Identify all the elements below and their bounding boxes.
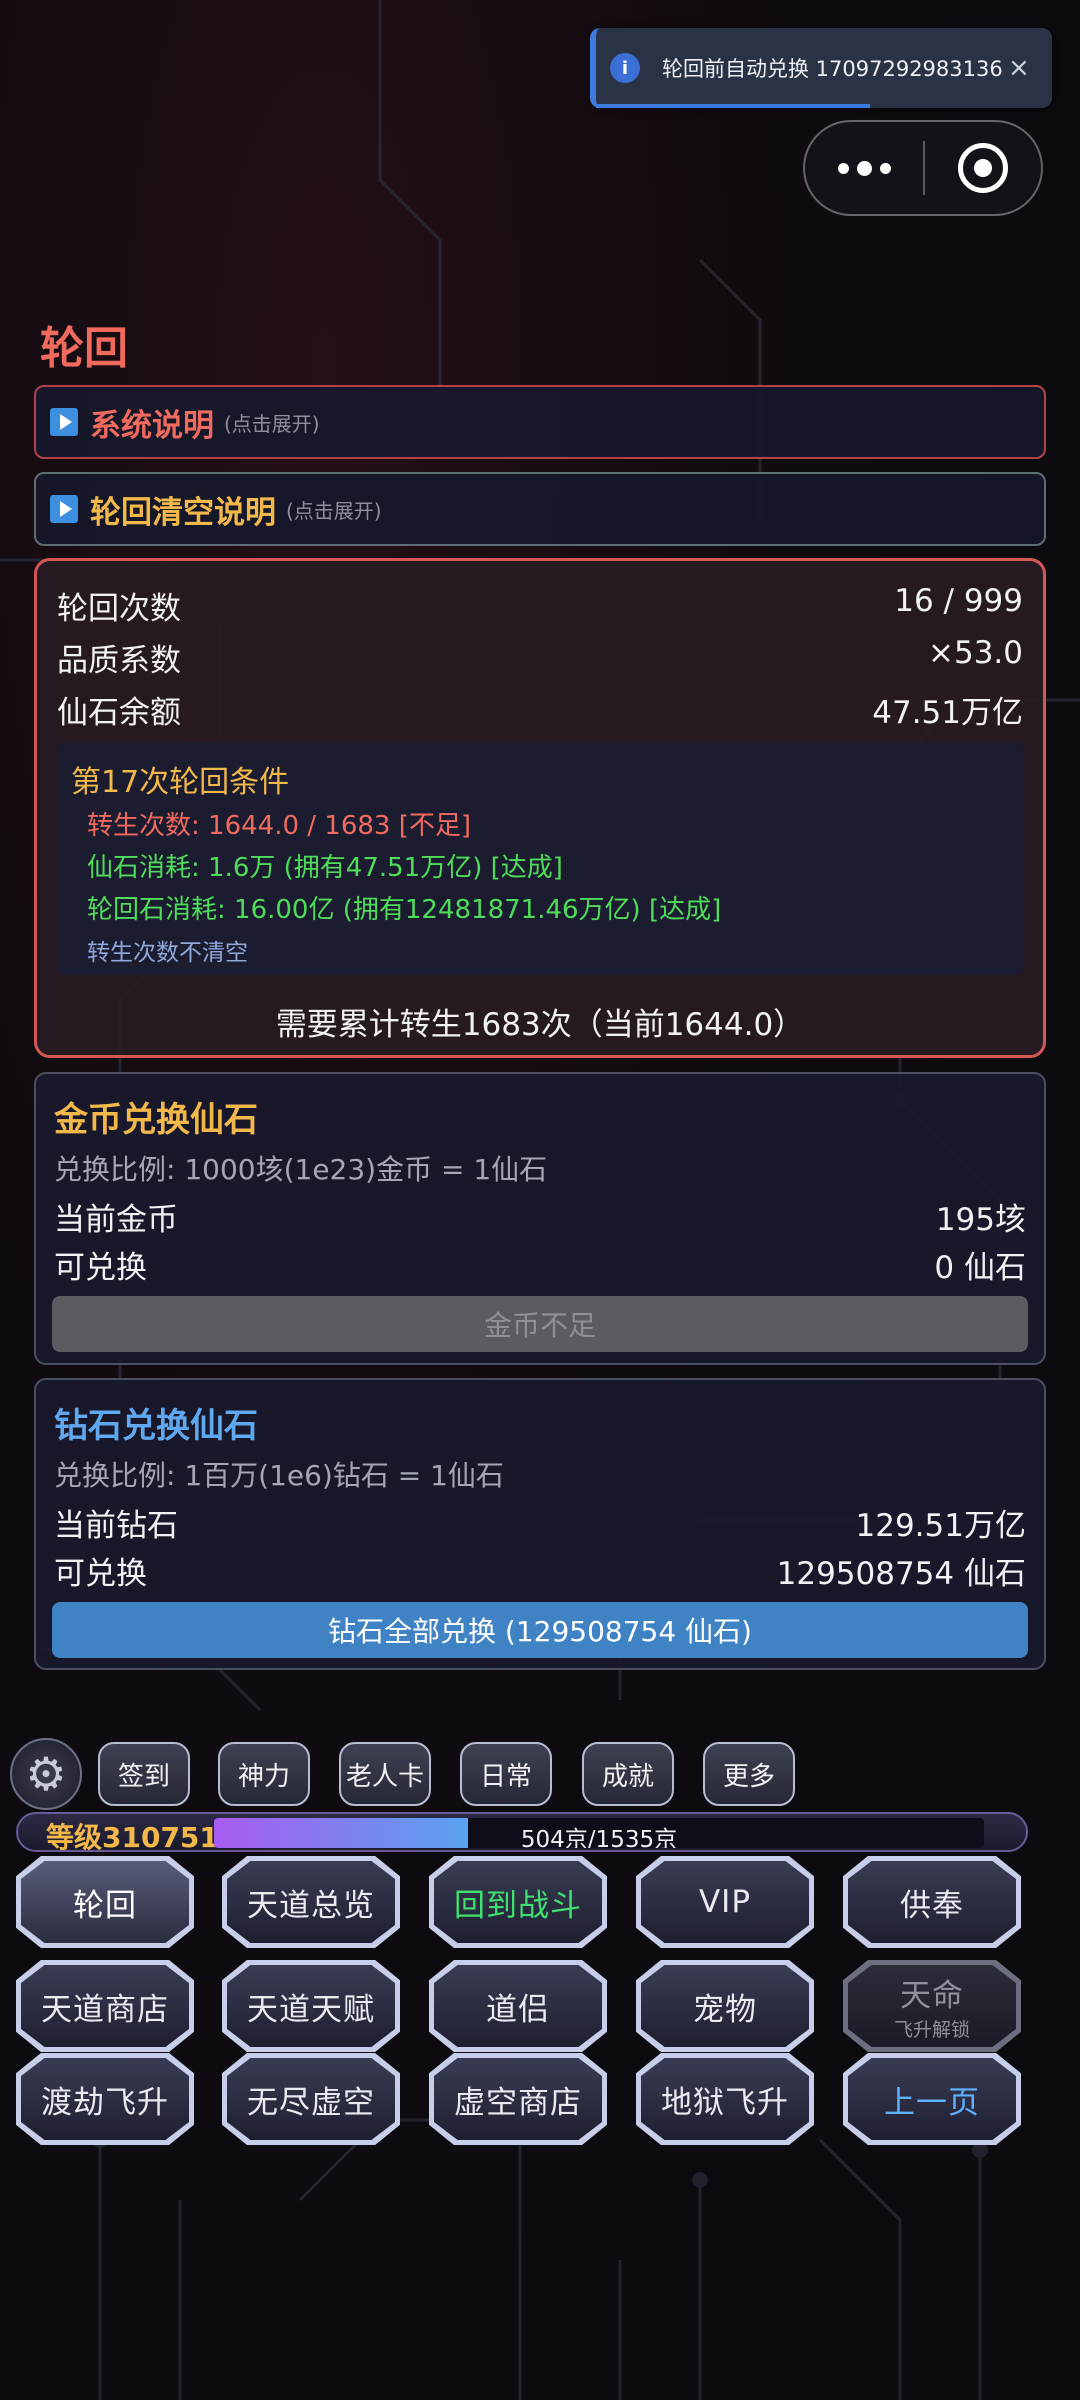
button-label: 虚空商店 xyxy=(454,2084,582,2121)
exchange-ratio: 兑换比例: 1百万(1e6)钻石 = 1仙石 xyxy=(54,1459,504,1492)
expander-hint: (点击展开) xyxy=(286,498,382,523)
expander-title: 系统说明 xyxy=(90,407,214,444)
toast-timer-bar xyxy=(596,104,870,108)
stat-value: 47.51万亿 xyxy=(872,695,1023,731)
offering-button[interactable]: 供奉 xyxy=(843,1856,1021,1948)
row-label: 可兑换 xyxy=(54,1250,147,1286)
button-label: 回到战斗 xyxy=(454,1887,582,1924)
button-label: 道侣 xyxy=(486,1991,550,2028)
gold-exchange-button[interactable]: 金币不足 xyxy=(52,1296,1028,1352)
exchange-ratio: 兑换比例: 1000垓(1e23)金币 = 1仙石 xyxy=(54,1153,548,1186)
conditions-title: 第17次轮回条件 xyxy=(71,765,290,800)
toast-message: 轮回前自动兑换 17097292983136 仙石 xyxy=(662,57,1002,81)
back-to-battle-button[interactable]: 回到战斗 xyxy=(429,1856,607,1948)
dao-partner-button[interactable]: 道侣 xyxy=(429,1960,607,2052)
prev-page-button[interactable]: 上一页 xyxy=(843,2053,1021,2145)
stat-value: ×53.0 xyxy=(928,635,1023,671)
button-sublabel: 飞升解锁 xyxy=(893,2019,970,2041)
daily-button[interactable]: 日常 xyxy=(460,1742,552,1806)
row-value: 129508754 仙石 xyxy=(776,1556,1026,1592)
heaven-overview-button[interactable]: 天道总览 xyxy=(222,1856,400,1948)
row-value: 0 仙石 xyxy=(934,1250,1026,1286)
checkin-button[interactable]: 签到 xyxy=(98,1742,190,1806)
void-shop-button[interactable]: 虚空商店 xyxy=(429,2053,607,2145)
requirement-text: 需要累计转生1683次（当前1644.0） xyxy=(275,1007,805,1043)
elder-card-button[interactable]: 老人卡 xyxy=(339,1742,431,1806)
destiny-button[interactable]: 天命 飞升解锁 xyxy=(843,1960,1021,2052)
stat-row-quality: 品质系数 ×53.0 xyxy=(57,635,1023,680)
exp-track: 504京/1535京 xyxy=(214,1818,984,1848)
system-description-expander[interactable]: 系统说明 (点击展开) xyxy=(34,385,1046,459)
page-title: 轮回 xyxy=(40,323,128,374)
close-icon[interactable]: × xyxy=(1008,53,1030,83)
expand-triangle-icon xyxy=(50,408,78,436)
vip-button[interactable]: VIP xyxy=(636,1856,814,1948)
more-dots-icon[interactable] xyxy=(805,160,923,176)
reincarnation-status-panel: 轮回次数 16 / 999 品质系数 ×53.0 仙石余额 47.51万亿 第1… xyxy=(34,558,1046,1058)
reincarnation-clear-expander[interactable]: 轮回清空说明 (点击展开) xyxy=(34,472,1046,546)
achievement-button[interactable]: 成就 xyxy=(582,1742,674,1806)
button-label: 无尽虚空 xyxy=(247,2084,375,2121)
button-label: 地狱飞升 xyxy=(661,2084,789,2121)
stat-label: 品质系数 xyxy=(57,643,181,679)
button-label: 天命 xyxy=(900,1978,964,2014)
stat-row-count: 轮回次数 16 / 999 xyxy=(57,583,1023,628)
row-value: 129.51万亿 xyxy=(855,1508,1026,1544)
heaven-talent-button[interactable]: 天道天赋 xyxy=(222,1960,400,2052)
row-label: 当前钻石 xyxy=(54,1508,178,1544)
record-icon[interactable] xyxy=(925,143,1041,193)
stat-value: 16 / 999 xyxy=(894,583,1023,619)
more-button[interactable]: 更多 xyxy=(703,1742,795,1806)
button-label: 天道商店 xyxy=(41,1991,169,2028)
expander-hint: (点击展开) xyxy=(224,411,320,436)
tribulation-ascend-button[interactable]: 渡劫飞升 xyxy=(16,2053,194,2145)
condition-reincarnation-stone: 轮回石消耗: 16.00亿 (拥有12481871.46万亿) [达成] xyxy=(87,895,722,925)
button-label: 上一页 xyxy=(884,2084,980,2121)
diamond-exchange-panel: 钻石兑换仙石 兑换比例: 1百万(1e6)钻石 = 1仙石 当前钻石 129.5… xyxy=(34,1378,1046,1670)
expander-title: 轮回清空说明 xyxy=(90,494,276,531)
reincarnation-button[interactable]: 轮回 xyxy=(16,1856,194,1948)
button-label: 轮回 xyxy=(73,1887,137,1924)
divine-power-button[interactable]: 神力 xyxy=(218,1742,310,1806)
exp-text: 504京/1535京 xyxy=(520,1827,678,1848)
endless-void-button[interactable]: 无尽虚空 xyxy=(222,2053,400,2145)
button-label: 宠物 xyxy=(693,1991,757,2028)
exchangeable-row: 可兑换 129508754 仙石 xyxy=(54,1548,1026,1593)
row-label: 当前金币 xyxy=(54,1202,178,1238)
condition-rebirth: 转生次数: 1644.0 / 1683 [不足] xyxy=(87,811,472,841)
panel-title: 钻石兑换仙石 xyxy=(54,1406,258,1446)
level-bar: 等级310751 504京/1535京 xyxy=(16,1812,1028,1854)
condition-note: 转生次数不清空 xyxy=(87,940,248,966)
stat-label: 轮回次数 xyxy=(57,591,181,627)
pet-button[interactable]: 宠物 xyxy=(636,1960,814,2052)
button-label: 天道总览 xyxy=(247,1887,375,1924)
stat-label: 仙石余额 xyxy=(57,695,181,731)
button-label: VIP xyxy=(698,1884,752,1920)
button-label: 渡劫飞升 xyxy=(41,2084,169,2121)
gold-exchange-panel: 金币兑换仙石 兑换比例: 1000垓(1e23)金币 = 1仙石 当前金币 19… xyxy=(34,1072,1046,1365)
diamond-exchange-all-button[interactable]: 钻石全部兑换 (129508754 仙石) xyxy=(52,1602,1028,1658)
settings-button[interactable]: ⚙ xyxy=(10,1738,82,1810)
level-label: 等级310751 xyxy=(46,1821,219,1854)
mini-program-capsule xyxy=(803,120,1043,216)
gear-icon: ⚙ xyxy=(25,1747,67,1801)
row-label: 可兑换 xyxy=(54,1556,147,1592)
conditions-box: 第17次轮回条件 转生次数: 1644.0 / 1683 [不足] 仙石消耗: … xyxy=(57,743,1023,975)
hell-ascend-button[interactable]: 地狱飞升 xyxy=(636,2053,814,2145)
auto-exchange-toast: i 轮回前自动兑换 17097292983136 仙石 × xyxy=(590,28,1052,108)
button-label: 供奉 xyxy=(900,1887,964,1924)
exchangeable-row: 可兑换 0 仙石 xyxy=(54,1242,1026,1287)
stat-row-stones: 仙石余额 47.51万亿 xyxy=(57,687,1023,732)
current-diamond-row: 当前钻石 129.51万亿 xyxy=(54,1500,1026,1545)
panel-title: 金币兑换仙石 xyxy=(54,1100,258,1140)
current-gold-row: 当前金币 195垓 xyxy=(54,1194,1026,1239)
button-label: 天道天赋 xyxy=(247,1991,375,2028)
heaven-shop-button[interactable]: 天道商店 xyxy=(16,1960,194,2052)
expand-triangle-icon xyxy=(50,495,78,523)
condition-stone-cost: 仙石消耗: 1.6万 (拥有47.51万亿) [达成] xyxy=(87,853,563,883)
row-value: 195垓 xyxy=(935,1202,1026,1238)
info-icon: i xyxy=(610,53,640,83)
